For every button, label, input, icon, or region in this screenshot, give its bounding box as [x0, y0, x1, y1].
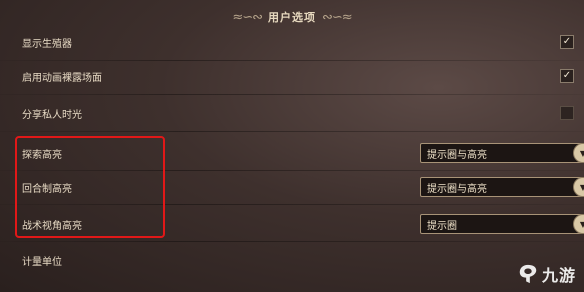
- panel-header: ≈∽∾ 用户选项 ∾∽≈: [0, 6, 584, 28]
- header-flourish-left: ≈∽∾: [232, 9, 263, 25]
- annotation-highlight-box: [15, 136, 165, 238]
- share-private-moments-checkbox[interactable]: [560, 106, 574, 120]
- show-genitals-checkbox[interactable]: ✓: [560, 35, 574, 49]
- row-divider: [0, 241, 584, 242]
- option-label: 分享私人时光: [22, 109, 82, 121]
- option-row-units-of-measure[interactable]: 计量单位: [14, 246, 584, 274]
- page-title: 用户选项: [268, 11, 316, 24]
- option-label: 显示生殖器: [22, 38, 72, 50]
- exploration-highlight-dropdown[interactable]: 提示圈与高亮 ▼: [420, 143, 584, 163]
- row-divider: [0, 94, 584, 95]
- chevron-down-icon[interactable]: ▼: [573, 177, 584, 197]
- option-label: 计量单位: [22, 256, 62, 268]
- row-divider: [0, 131, 584, 132]
- option-row-share-private-moments[interactable]: 分享私人时光: [14, 99, 584, 127]
- animated-nudity-checkbox[interactable]: ✓: [560, 69, 574, 83]
- jiuyou-logo-icon: [519, 264, 537, 284]
- chevron-down-icon[interactable]: ▼: [573, 143, 584, 163]
- header-flourish-right: ∾∽≈: [322, 9, 353, 25]
- watermark: 九游: [517, 262, 576, 286]
- turn-based-highlight-dropdown[interactable]: 提示圈与高亮 ▼: [420, 177, 584, 197]
- option-row-animated-nudity[interactable]: 启用动画裸露场面 ✓: [14, 62, 584, 90]
- watermark-text: 九游: [541, 266, 576, 285]
- row-divider: [0, 60, 584, 61]
- chevron-down-icon[interactable]: ▼: [573, 214, 584, 234]
- dropdown-value: 提示圈: [427, 220, 457, 232]
- dropdown-value: 提示圈与高亮: [427, 183, 487, 195]
- option-row-show-genitals[interactable]: 显示生殖器 ✓: [14, 28, 584, 56]
- user-options-panel: ≈∽∾ 用户选项 ∾∽≈ 显示生殖器 ✓ 启用动画裸露场面 ✓ 分享私人时光 探…: [0, 0, 584, 292]
- dropdown-value: 提示圈与高亮: [427, 149, 487, 161]
- tactical-view-highlight-dropdown[interactable]: 提示圈 ▼: [420, 214, 584, 234]
- option-label: 启用动画裸露场面: [22, 72, 102, 84]
